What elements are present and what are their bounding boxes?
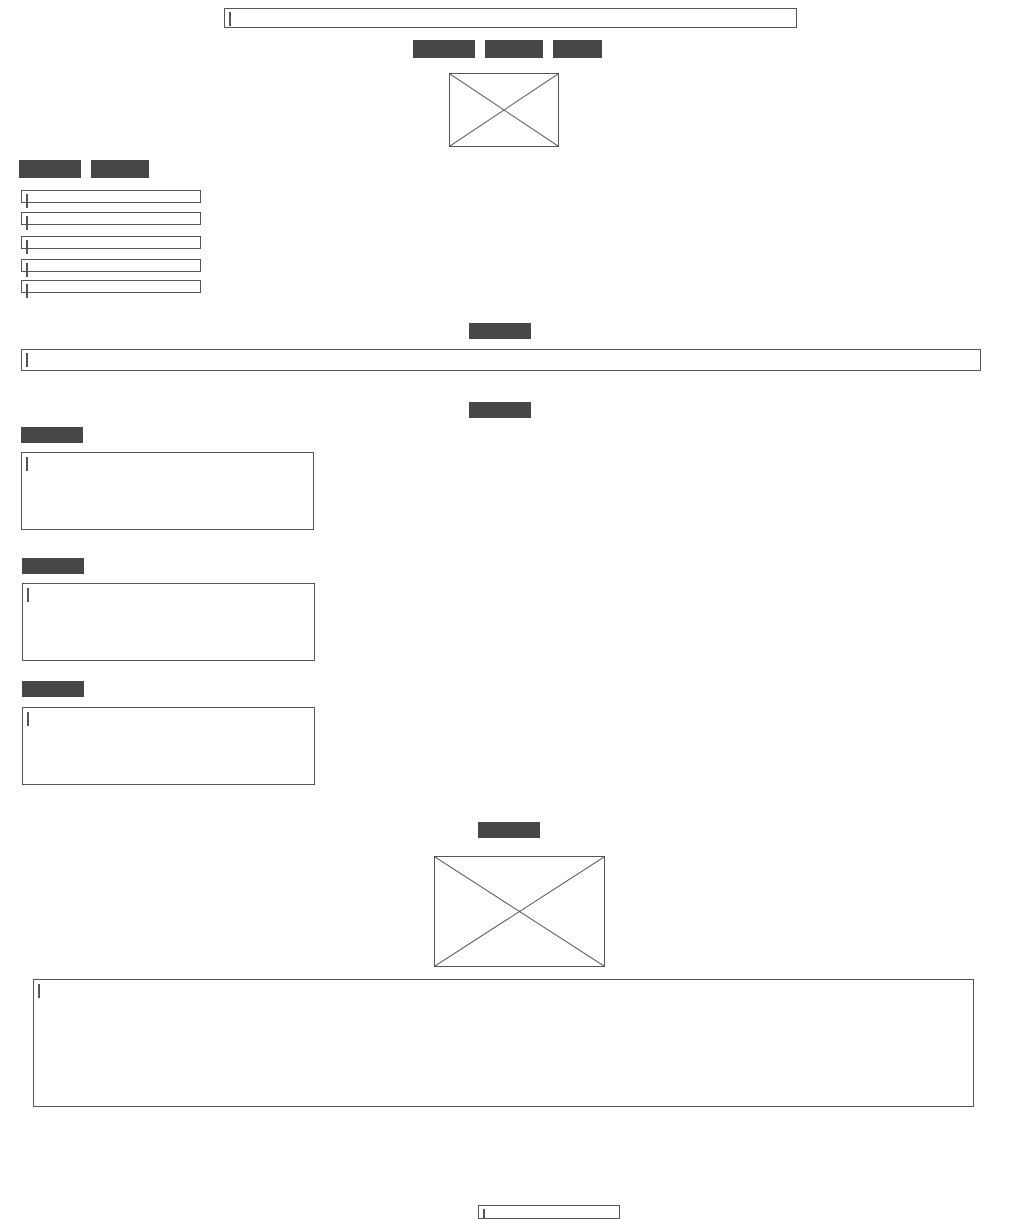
form-field-3[interactable]: [21, 236, 201, 249]
nav-button-3[interactable]: [553, 40, 602, 58]
media-description-textarea[interactable]: [33, 979, 974, 1107]
form-field-5[interactable]: [21, 280, 201, 293]
notes-section-label: [469, 402, 531, 418]
form-field-2[interactable]: [21, 212, 201, 225]
form-action-button-2[interactable]: [91, 160, 149, 178]
notes-group-3-textarea[interactable]: [22, 707, 315, 785]
media-image-placeholder: [434, 856, 605, 967]
footer-input[interactable]: [478, 1205, 620, 1219]
search-section-label: [469, 323, 531, 339]
notes-group-2-label: [22, 558, 84, 574]
form-field-4[interactable]: [21, 259, 201, 272]
image-placeholder-icon: [435, 857, 604, 966]
notes-group-1-textarea[interactable]: [21, 452, 314, 530]
notes-group-3-label: [22, 681, 84, 697]
media-section-label: [478, 822, 540, 838]
header-text-field[interactable]: [224, 8, 797, 28]
image-placeholder-icon: [450, 74, 558, 146]
nav-button-1[interactable]: [413, 40, 475, 58]
notes-group-2-textarea[interactable]: [22, 583, 315, 661]
form-action-button-1[interactable]: [19, 160, 81, 178]
header-image-placeholder: [449, 73, 559, 147]
form-field-1[interactable]: [21, 190, 201, 203]
notes-group-1-label: [21, 427, 83, 443]
search-input[interactable]: [21, 349, 981, 371]
nav-button-2[interactable]: [485, 40, 543, 58]
